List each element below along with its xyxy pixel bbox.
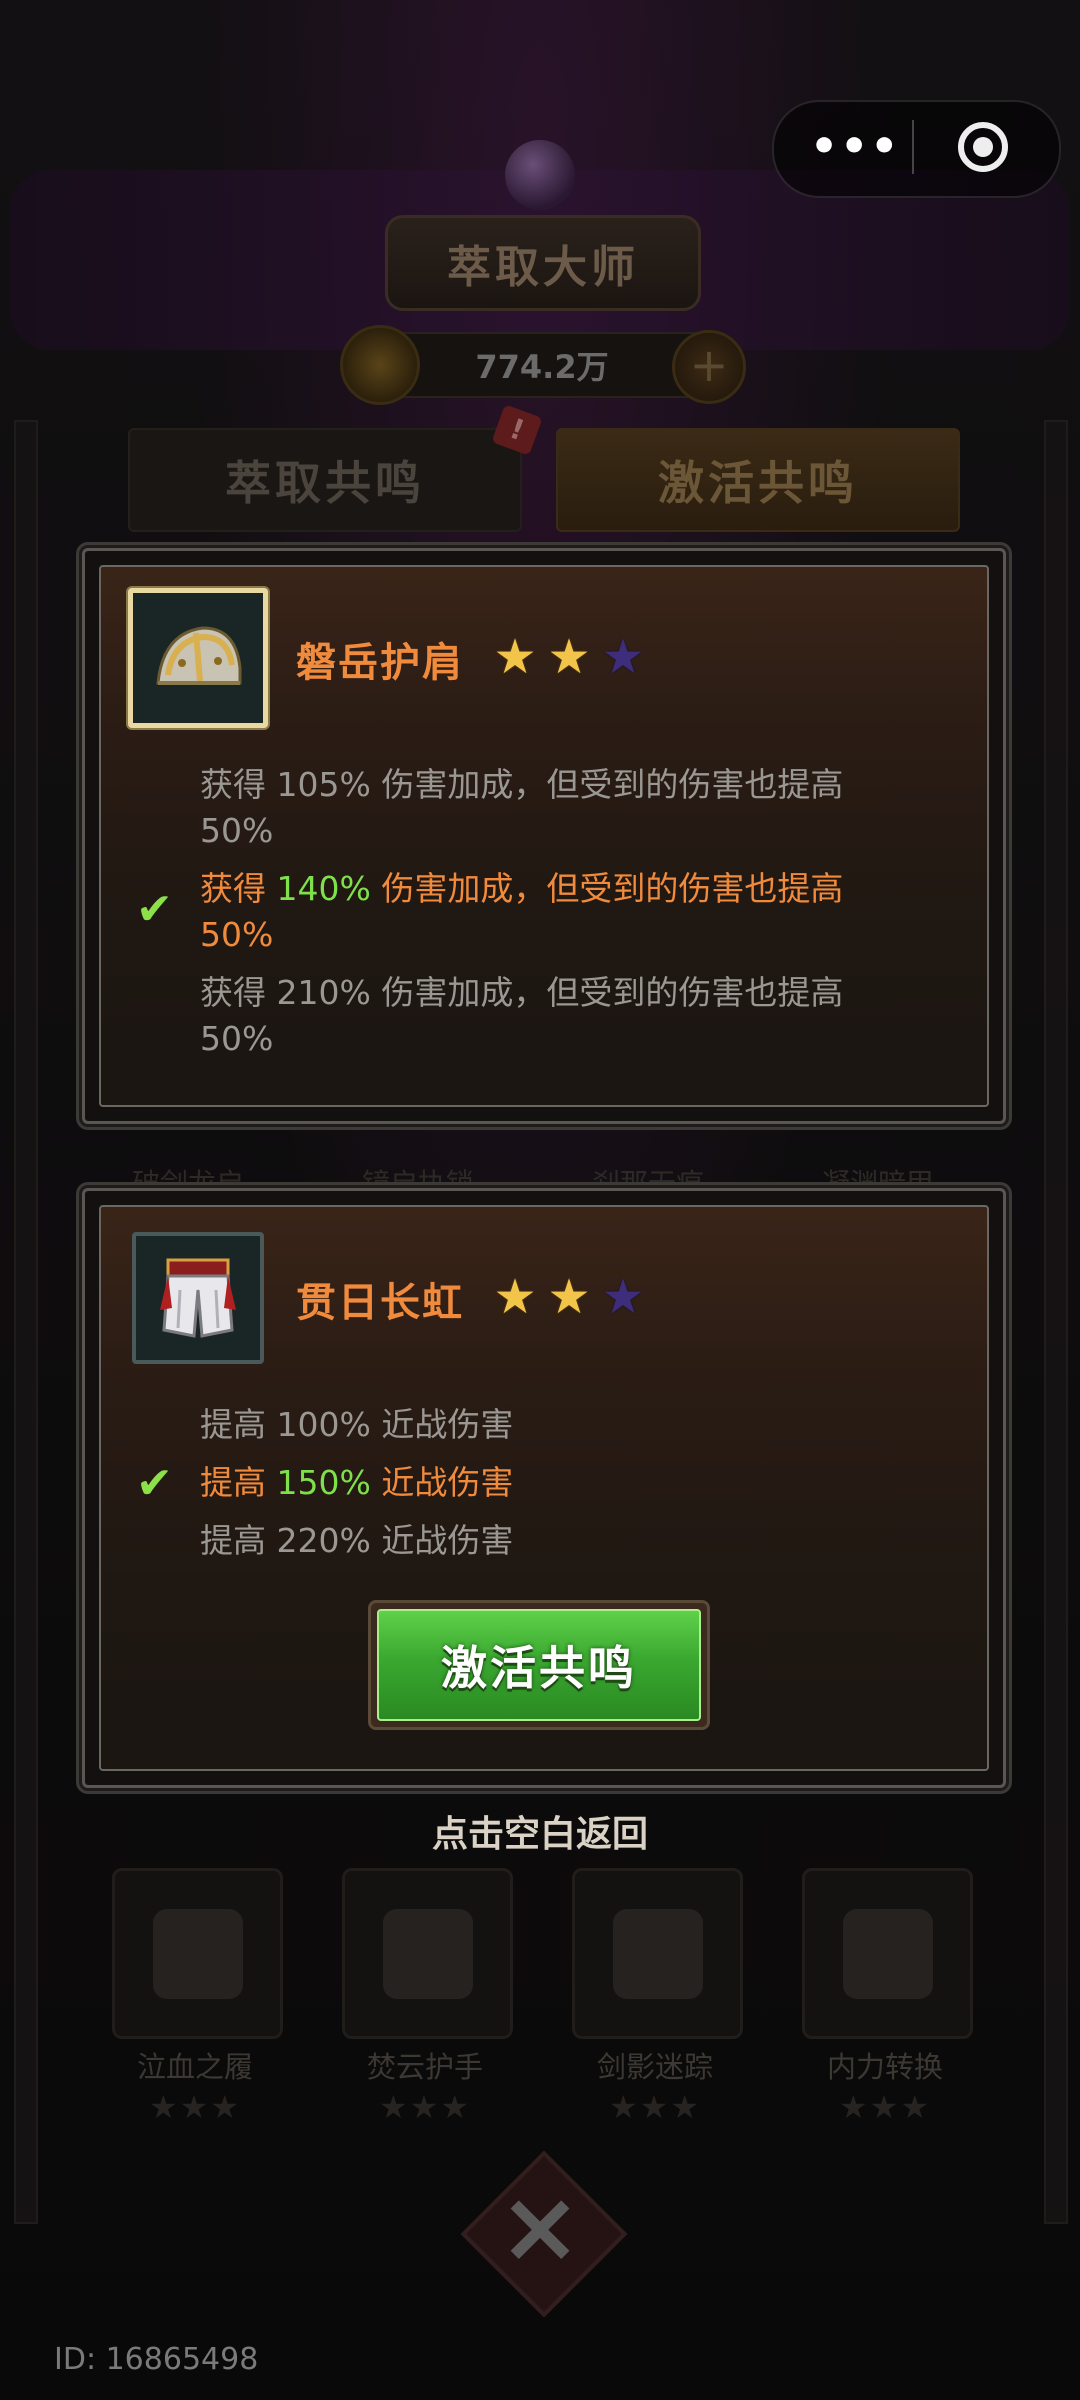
gauntlet-icon — [382, 1908, 473, 1999]
user-id: ID: 16865498 — [54, 2342, 259, 2377]
shoulder-armor-icon — [156, 626, 242, 685]
activate-resonance-label: 激活共鸣 — [377, 1609, 701, 1721]
background-item-name: 泣血之履 — [136, 2050, 253, 2084]
item-slot-legs[interactable] — [132, 1232, 264, 1364]
tap-blank-to-return-hint: 点击空白返回 — [431, 1814, 648, 1855]
left-frame-border — [14, 420, 38, 2224]
star-filled-icon: ★ — [493, 1269, 537, 1325]
tier-tail: 50% — [200, 811, 274, 850]
background-item-boots — [112, 1868, 283, 2039]
tab-activate-resonance[interactable]: 激活共鸣 — [556, 428, 960, 532]
page-title: 萃取大师 — [385, 215, 701, 311]
tier-value: 100% — [276, 1405, 371, 1444]
activate-resonance-button[interactable]: 激活共鸣 — [368, 1600, 710, 1730]
tier-verb: 提高 — [200, 1405, 266, 1444]
glove-icon — [842, 1908, 933, 1999]
close-x-icon[interactable]: × — [485, 2172, 595, 2282]
tier-description: 提高 100% 近战伤害 — [200, 1402, 940, 1448]
coin-icon — [340, 325, 420, 405]
tier-value: 105% — [276, 765, 371, 804]
tier-verb: 获得 — [200, 973, 266, 1012]
star-empty-icon: ★ — [601, 629, 645, 685]
leg-armor-icon — [160, 1258, 236, 1338]
tier-text: 伤害加成，但受到的伤害也提高 — [381, 973, 844, 1012]
tab-extract-resonance[interactable]: 萃取共鸣 — [128, 428, 522, 532]
background-item-name: 焚云护手 — [366, 2050, 483, 2084]
tier-description-active: 获得 140% 伤害加成，但受到的伤害也提高 50% — [200, 866, 940, 958]
background-item-glove — [802, 1868, 973, 2039]
star-filled-icon: ★ — [547, 1269, 591, 1325]
tier-text: 近战伤害 — [381, 1521, 514, 1560]
close-miniprogram-icon[interactable] — [958, 122, 1008, 172]
check-icon: ✔ — [136, 884, 173, 935]
tier-text: 近战伤害 — [381, 1405, 514, 1444]
background-item-name: 剑影迷踪 — [596, 2050, 713, 2084]
tier-verb: 提高 — [200, 1463, 266, 1502]
boots-icon — [152, 1908, 243, 1999]
tier-value: 220% — [276, 1521, 371, 1560]
star-empty-icon: ★ — [601, 1269, 645, 1325]
background-item-stars: ★★★ — [378, 2088, 472, 2126]
capsule-divider — [912, 120, 914, 174]
tier-verb: 获得 — [200, 869, 266, 908]
add-currency-button[interactable]: + — [672, 330, 746, 404]
item-name: 磐岳护肩 — [296, 640, 464, 686]
tier-text: 伤害加成，但受到的伤害也提高 — [381, 765, 844, 804]
background-item-name: 内力转换 — [826, 2050, 943, 2084]
background-item-stars: ★★★ — [608, 2088, 702, 2126]
tier-tail: 50% — [200, 915, 274, 954]
tier-text: 近战伤害 — [381, 1463, 514, 1502]
tier-value: 210% — [276, 973, 371, 1012]
star-rating: ★ ★ ★ — [492, 629, 646, 685]
star-filled-icon: ★ — [493, 629, 537, 685]
star-rating: ★ ★ ★ — [492, 1269, 646, 1325]
background-item-stars: ★★★ — [838, 2088, 932, 2126]
background-item-gauntlet — [342, 1868, 513, 2039]
tier-description: 获得 210% 伤害加成，但受到的伤害也提高 50% — [200, 970, 940, 1062]
tier-verb: 获得 — [200, 765, 266, 804]
crystal-orb-icon — [505, 140, 575, 210]
tier-value: 150% — [276, 1463, 371, 1502]
star-filled-icon: ★ — [547, 629, 591, 685]
check-icon: ✔ — [136, 1458, 173, 1509]
background-item-bracer — [572, 1868, 743, 2039]
tier-description: 提高 220% 近战伤害 — [200, 1518, 940, 1564]
tier-text: 伤害加成，但受到的伤害也提高 — [381, 869, 844, 908]
more-options-icon[interactable]: ••• — [810, 112, 898, 182]
bracer-icon — [612, 1908, 703, 1999]
background-item-stars: ★★★ — [148, 2088, 242, 2126]
tier-value: 140% — [276, 869, 371, 908]
tier-verb: 提高 — [200, 1521, 266, 1560]
item-slot-shoulder[interactable] — [128, 588, 268, 728]
tier-description-active: 提高 150% 近战伤害 — [200, 1460, 940, 1506]
right-frame-border — [1044, 420, 1068, 2224]
tier-tail: 50% — [200, 1019, 274, 1058]
tier-description: 获得 105% 伤害加成，但受到的伤害也提高 50% — [200, 762, 940, 854]
item-name: 贯日长虹 — [296, 1280, 464, 1326]
